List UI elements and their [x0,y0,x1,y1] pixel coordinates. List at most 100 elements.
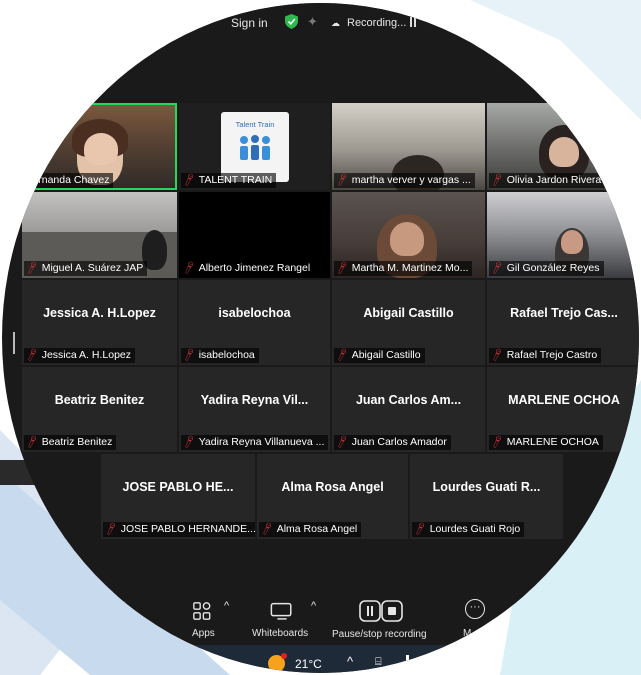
muted-mic-icon: 🎤︎ [181,173,198,188]
more-label[interactable]: M [463,628,471,639]
security-shield-icon[interactable] [285,14,298,29]
whiteboards-chevron-up-icon[interactable]: ^ [311,600,316,612]
pause-recording-icon[interactable] [410,17,416,27]
video-tile[interactable]: 🎤︎ martha verver y vargas ... [332,103,485,190]
participant-name: Lourdes Guati Rojo [429,523,521,535]
participant-tile[interactable]: Juan Carlos Am... 🎤︎ Juan Carlos Amador [332,367,485,452]
participant-name-tag: 🎤︎ Beatriz Benitez [24,435,117,450]
video-tile[interactable]: Talent Train 🎤︎ TALENT TRAIN [179,103,330,190]
sign-in-link[interactable]: Sign in [231,16,268,30]
whiteboards-label[interactable]: Whiteboards [252,628,308,639]
talent-train-logo: Talent Train [221,112,289,182]
participant-name-tag: 🎤︎ Alma Rosa Angel [259,522,362,537]
participant-tile[interactable]: JOSE PABLO HE... 🎤︎ JOSE PABLO HERNANDE..… [101,454,255,539]
recording-status[interactable]: Recording... [347,17,406,29]
muted-mic-icon: 🎤︎ [103,522,120,537]
participant-name: Juan Carlos Amador [351,436,447,448]
participant-tile[interactable]: Abigail Castillo 🎤︎ Abigail Castillo [332,280,485,365]
participant-display-name: Yadira Reyna Vil... [200,393,309,407]
muted-mic-icon: 🎤︎ [489,261,506,276]
video-tile[interactable]: 🎤︎ Gil González Reyes [487,192,639,278]
participant-tile[interactable]: isabelochoa 🎤︎ isabelochoa [179,280,330,365]
video-tile[interactable]: 🎤︎ Alberto Jimenez Rangel [179,192,330,278]
ai-companion-sparkle-icon[interactable]: ✦ [117,598,133,621]
participant-name-tag: 🎤︎ Juan Carlos Amador [334,435,451,450]
muted-mic-icon: 🎤︎ [259,522,276,537]
participant-name-tag: 🎤︎ Martha M. Martinez Mo... [334,261,473,276]
video-tile[interactable]: 🎤︎ Miguel A. Suárez JAP [22,192,177,278]
muted-mic-icon: 🎤︎ [24,435,41,450]
muted-mic-icon: 🎤︎ [334,173,351,188]
participant-face [390,222,424,256]
participant-name: Fernanda Chavez [26,174,110,186]
weather-temperature[interactable]: 21°C [295,657,322,671]
participant-tile[interactable]: Jessica A. H.Lopez 🎤︎ Jessica A. H.Lopez [22,280,177,365]
participant-tile[interactable]: MARLENE OCHOA 🎤︎ MARLENE OCHOA [487,367,639,452]
video-tile[interactable]: 🎤︎ Olivia Jardon Rivera [487,103,639,190]
participant-name-tag: 🎤︎ JOSE PABLO HERNANDE... [103,522,255,537]
video-tile[interactable]: Fernanda Chavez [22,103,177,190]
participant-name-tag: 🎤︎ Miguel A. Suárez JAP [24,261,148,276]
participant-display-name: Rafael Trejo Cas... [510,306,618,320]
muted-mic-icon: 🎤︎ [334,435,351,450]
whiteboards-icon[interactable] [270,602,294,621]
cloud-recording-icon: ☁ [331,18,340,28]
tray-indicator-icon[interactable] [406,655,409,668]
participant-display-name: Abigail Castillo [363,306,454,320]
participant-name: Alberto Jimenez Rangel [198,262,311,274]
apps-icon[interactable] [192,601,212,621]
participant-name: Martha M. Martinez Mo... [351,262,469,274]
participant-name: JOSE PABLO HERNANDE... [120,523,255,535]
weather-icon[interactable] [268,653,287,672]
participant-display-name: Beatriz Benitez [54,393,145,407]
participant-name: Abigail Castillo [351,349,421,361]
participant-display-name: Juan Carlos Am... [355,393,462,407]
system-tray-chevron-up-icon[interactable]: ^ [347,654,353,669]
participant-tile[interactable]: Alma Rosa Angel 🎤︎ Alma Rosa Angel [257,454,408,539]
participant-name: isabelochoa [198,349,255,361]
participant-name: martha verver y vargas ... [351,174,471,186]
participant-tile[interactable]: Yadira Reyna Vil... 🎤︎ Yadira Reyna Villa… [179,367,330,452]
participant-tile[interactable]: Beatriz Benitez 🎤︎ Beatriz Benitez [22,367,177,452]
pause-stop-recording-icon[interactable] [359,600,403,622]
sparkle-icon[interactable]: ✦ [307,14,318,30]
taskbar-app-icon[interactable] [179,651,205,665]
participant-display-name: Jessica A. H.Lopez [43,306,156,320]
participant-name: TALENT TRAIN [198,174,273,186]
participant-name-tag: 🎤︎ Olivia Jardon Rivera [489,173,606,188]
participant-name: Miguel A. Suárez JAP [41,262,144,274]
apps-chevron-up-icon[interactable]: ^ [224,600,229,612]
participant-display-name: JOSE PABLO HE... [122,480,234,494]
muted-mic-icon: 🎤︎ [181,261,198,276]
muted-mic-icon: 🎤︎ [181,435,198,450]
participant-display-name: Lourdes Guati R... [432,480,541,494]
participant-tile[interactable]: Lourdes Guati R... 🎤︎ Lourdes Guati Rojo [410,454,563,539]
participant-name-tag: Fernanda Chavez [24,173,114,188]
apps-label[interactable]: Apps [192,628,215,639]
participant-name: Beatriz Benitez [41,436,113,448]
participant-face [549,137,579,167]
participant-name: MARLENE OCHOA [506,436,599,448]
participant-face [561,230,583,254]
participant-name-tag: 🎤︎ Alberto Jimenez Rangel [181,261,315,276]
participant-name-tag: 🎤︎ Abigail Castillo [334,348,425,363]
participant-name-tag: 🎤︎ Rafael Trejo Castro [489,348,602,363]
people-logo-icon [240,135,270,160]
muted-mic-icon: 🎤︎ [412,522,429,537]
participant-name-tag: 🎤︎ Yadira Reyna Villanueva ... [181,435,329,450]
tray-device-icon[interactable]: ⌸ [375,656,382,669]
more-options-icon[interactable]: ··· [465,599,485,619]
participant-tile[interactable]: Rafael Trejo Cas... 🎤︎ Rafael Trejo Castr… [487,280,639,365]
muted-mic-icon: 🎤︎ [489,435,506,450]
meeting-top-bar: Sign in ✦ ☁ Recording... [2,3,639,45]
participant-name: Gil González Reyes [506,262,600,274]
muted-mic-icon: 🎤︎ [24,261,41,276]
ai-companion-label[interactable]: anion [126,628,150,639]
participant-name-tag: 🎤︎ isabelochoa [181,348,259,363]
panel-resize-handle[interactable] [13,332,15,354]
participant-name: Rafael Trejo Castro [506,349,598,361]
muted-mic-icon: 🎤︎ [181,348,198,363]
participant-name-tag: 🎤︎ martha verver y vargas ... [334,173,475,188]
pause-stop-recording-label[interactable]: Pause/stop recording [332,629,427,640]
video-tile[interactable]: 🎤︎ Martha M. Martinez Mo... [332,192,485,278]
